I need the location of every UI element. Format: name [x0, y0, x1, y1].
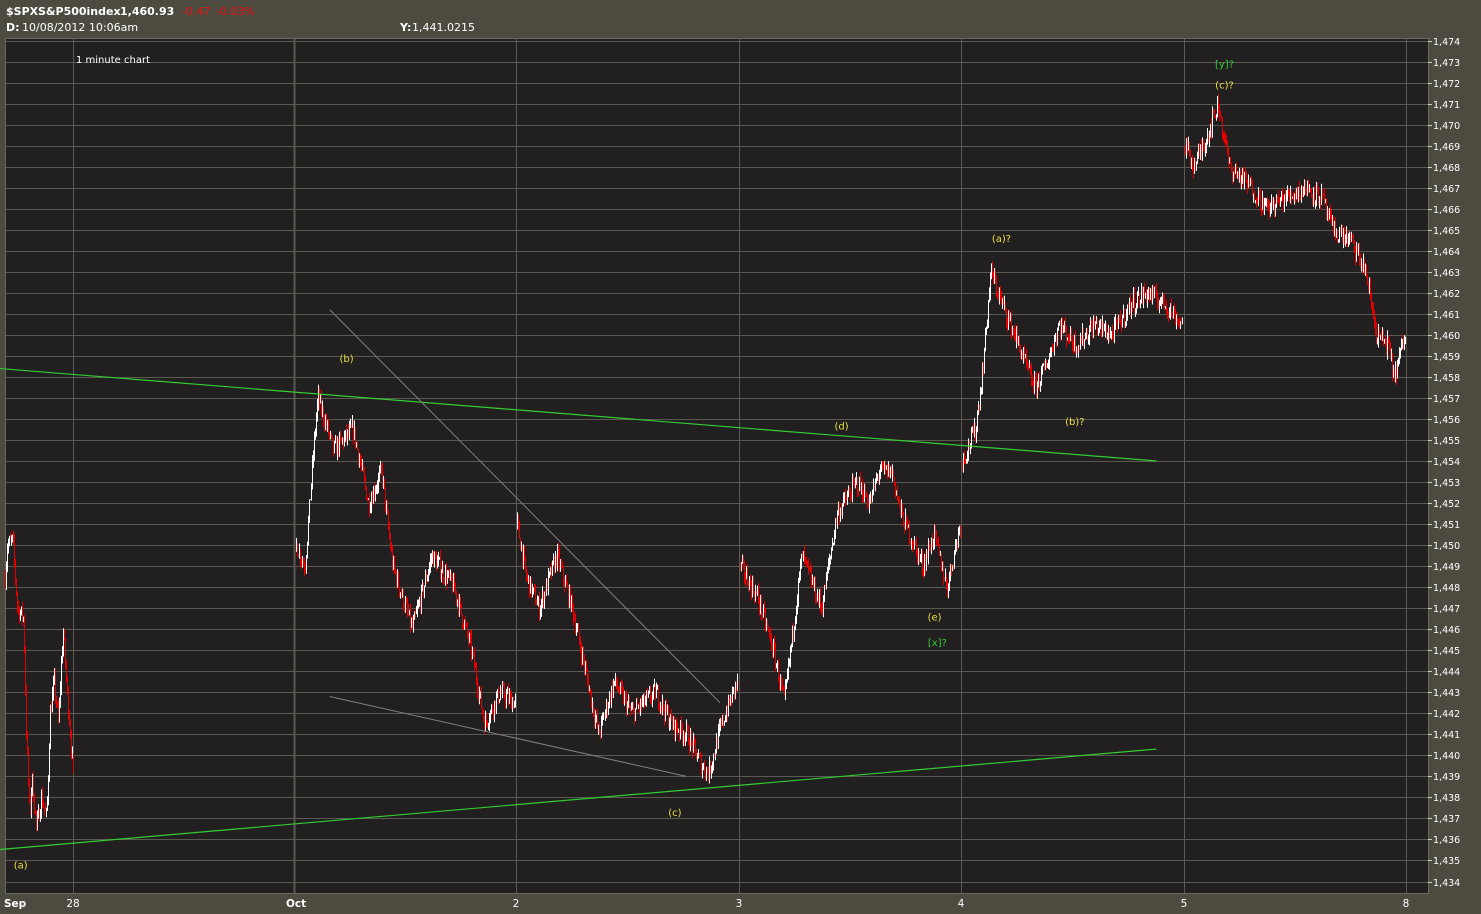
wave-label: (a) [14, 861, 28, 872]
y-axis: 1,434 1,435 1,436 1,437 1,438 1,439 1,440 1,441… [1428, 37, 1460, 889]
y-tick-label: 1,438 [1433, 793, 1460, 804]
y-tick-label: 1,467 [1433, 184, 1460, 195]
price-chart[interactable]: 1,434 1,435 1,436 1,437 1,438 1,439 1,440 1,441… [0, 0, 1481, 914]
wave-label: (b)? [1065, 417, 1084, 428]
date-value: 10/08/2012 10:06am [22, 21, 139, 34]
x-tick-label: Oct [286, 898, 306, 910]
y-tick-label: 1,445 [1433, 646, 1460, 657]
y-tick-label: 1,459 [1433, 352, 1460, 363]
x-axis: Sep 28 Oct 2 3 4 5 8 [4, 898, 1409, 910]
wave-label: (d) [834, 421, 848, 432]
y-tick-label: 1,466 [1433, 205, 1460, 216]
y-tick-label: 1,442 [1433, 709, 1460, 720]
y-tick-label: 1,452 [1433, 499, 1460, 510]
x-tick-label: 28 [66, 898, 79, 910]
date-label: D: [6, 21, 20, 34]
y-tick-label: 1,471 [1433, 100, 1460, 111]
y-readout-value: 1,441.0215 [412, 21, 475, 34]
y-tick-label: 1,473 [1433, 58, 1460, 69]
y-tick-label: 1,435 [1433, 856, 1460, 867]
y-tick-label: 1,460 [1433, 331, 1460, 342]
y-tick-label: 1,456 [1433, 415, 1460, 426]
y-tick-label: 1,468 [1433, 163, 1460, 174]
y-tick-label: 1,451 [1433, 520, 1460, 531]
y-tick-label: 1,454 [1433, 457, 1460, 468]
y-tick-label: 1,462 [1433, 289, 1460, 300]
x-tick-label: 3 [736, 898, 743, 910]
y-tick-label: 1,469 [1433, 142, 1460, 153]
y-tick-label: 1,437 [1433, 814, 1460, 825]
symbol: $SPX [6, 5, 39, 18]
wave-label: (c)? [1215, 81, 1234, 92]
y-tick-label: 1,440 [1433, 751, 1460, 762]
y-tick-label: 1,444 [1433, 667, 1460, 678]
y-tick-label: 1,443 [1433, 688, 1460, 699]
y-tick-label: 1,457 [1433, 394, 1460, 405]
y-tick-label: 1,439 [1433, 772, 1460, 783]
chart-header: $SPX S&P500index 1,460.93 -0.47 -0.03% D… [0, 0, 1481, 38]
y-tick-label: 1,472 [1433, 79, 1460, 90]
y-tick-label: 1,464 [1433, 247, 1460, 258]
y-tick-label: 1,474 [1433, 37, 1460, 48]
y-tick-label: 1,441 [1433, 730, 1460, 741]
x-tick-label: 2 [513, 898, 520, 910]
y-tick-label: 1,434 [1433, 878, 1460, 889]
y-tick-label: 1,465 [1433, 226, 1460, 237]
wave-label: (b) [339, 354, 353, 365]
y-tick-label: 1,450 [1433, 541, 1460, 552]
x-tick-label: 8 [1403, 898, 1410, 910]
y-tick-label: 1,448 [1433, 583, 1460, 594]
y-tick-label: 1,447 [1433, 604, 1460, 615]
index-name: S&P500index [38, 5, 121, 18]
y-readout-label: Y: [400, 21, 412, 34]
price-change: -0.47 [182, 5, 211, 18]
y-tick-label: 1,436 [1433, 835, 1460, 846]
y-tick-label: 1,455 [1433, 436, 1460, 447]
y-tick-label: 1,453 [1433, 478, 1460, 489]
y-tick-label: 1,463 [1433, 268, 1460, 279]
y-tick-label: 1,458 [1433, 373, 1460, 384]
wave-label: (c) [668, 808, 681, 819]
x-tick-label: 5 [1181, 898, 1188, 910]
x-tick-label: 4 [958, 898, 965, 910]
wave-label: (e) [928, 613, 942, 624]
plot-background [5, 38, 1428, 893]
last-price: 1,460.93 [120, 5, 175, 18]
y-tick-label: 1,470 [1433, 121, 1460, 132]
price-change-pct: -0.03% [216, 5, 255, 18]
wave-label: [x]? [928, 638, 947, 649]
y-tick-label: 1,449 [1433, 562, 1460, 573]
y-tick-label: 1,446 [1433, 625, 1460, 636]
x-tick-label: Sep [4, 898, 27, 910]
wave-label: (a)? [992, 234, 1011, 245]
wave-label: [y]? [1215, 60, 1234, 71]
y-tick-label: 1,461 [1433, 310, 1460, 321]
chart-annotation: 1 minute chart [76, 55, 150, 66]
